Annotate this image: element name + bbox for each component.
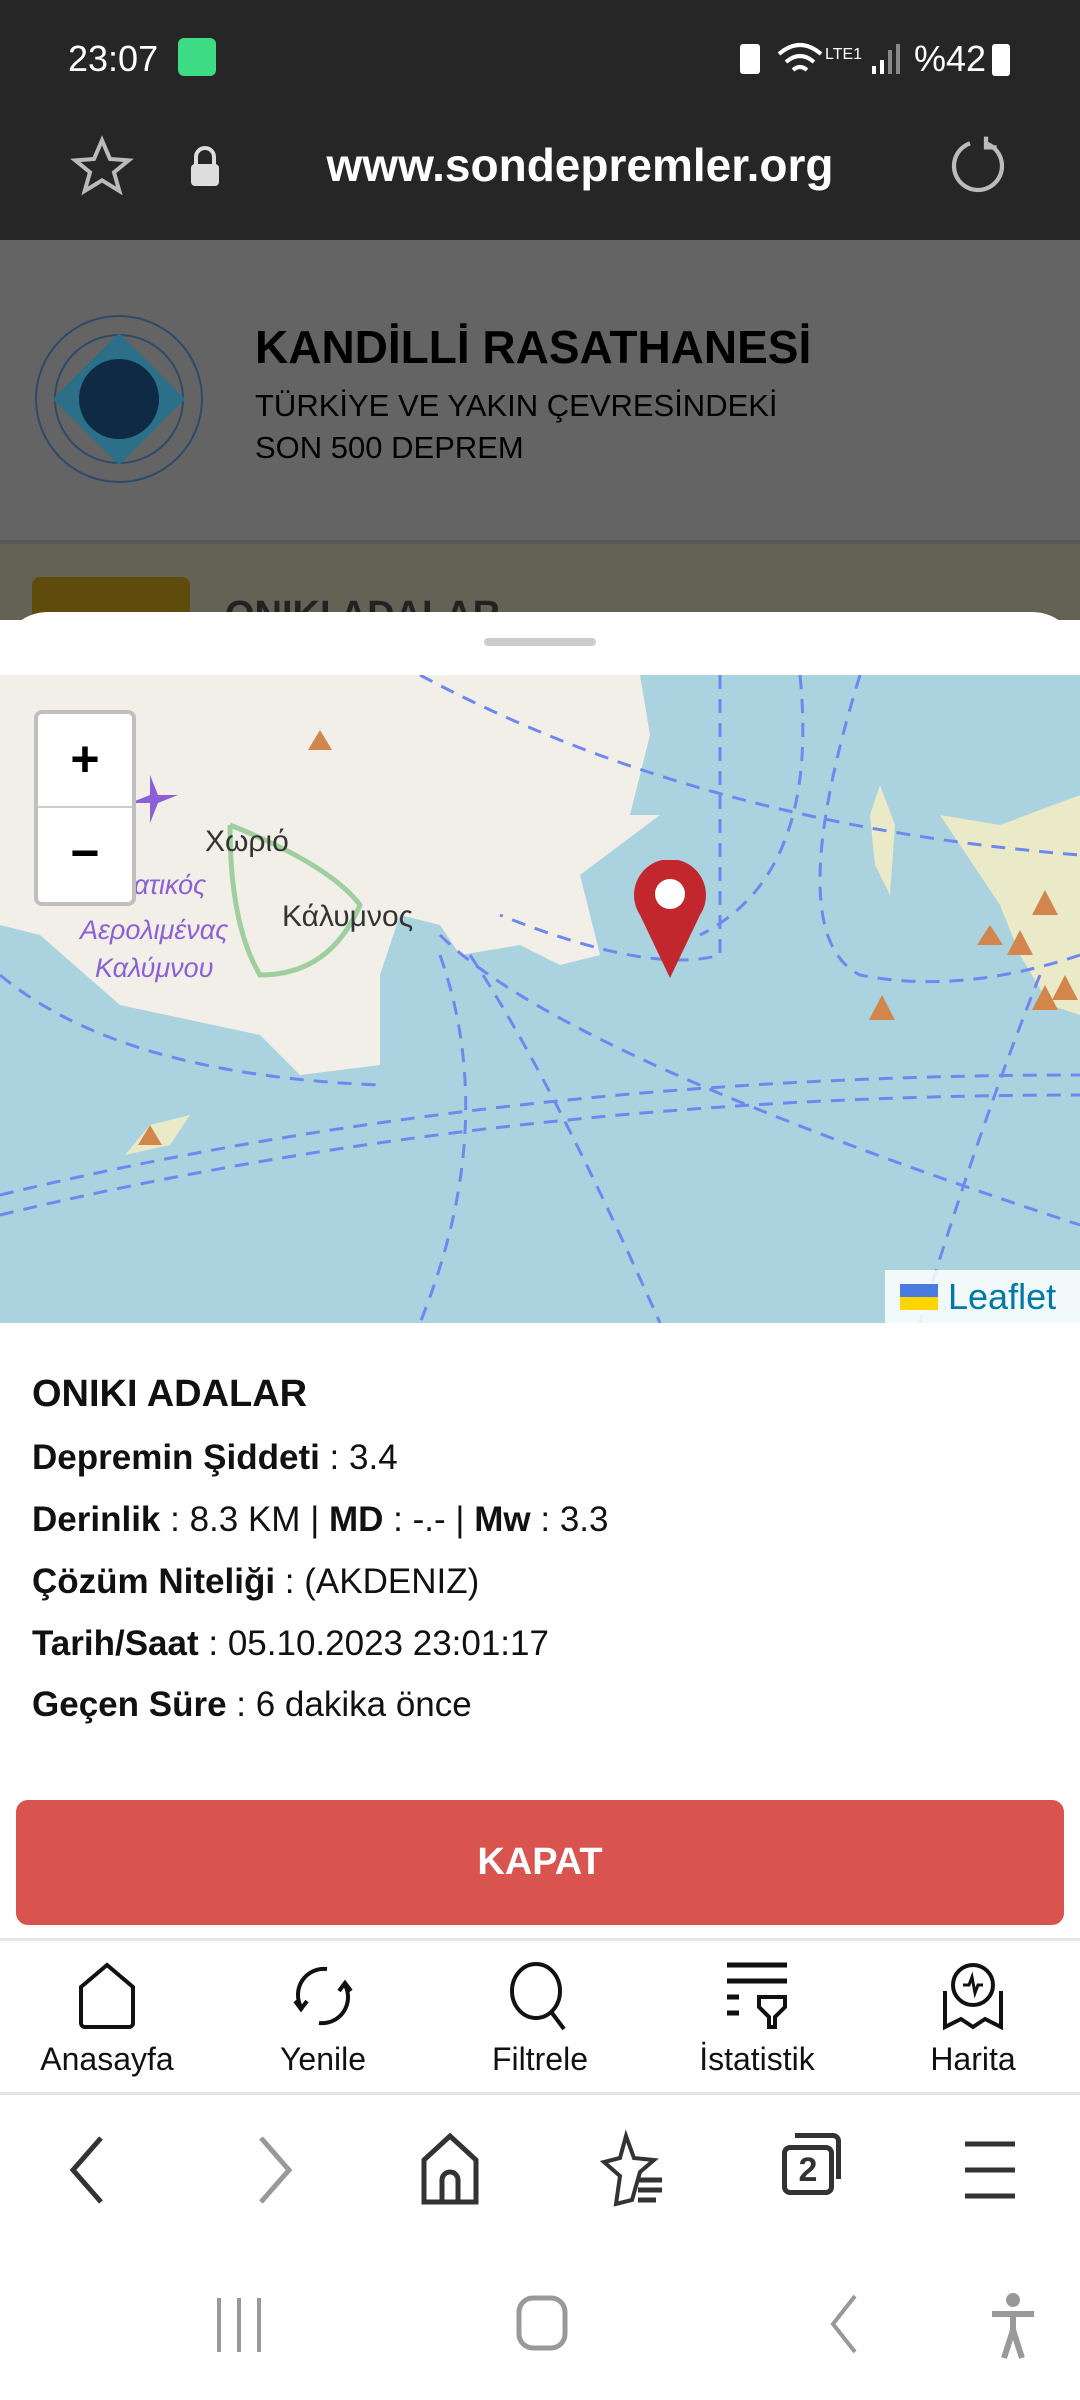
quality-value: (AKDENIZ) xyxy=(304,1562,480,1601)
menu-icon[interactable] xyxy=(963,2130,1017,2210)
home-icon[interactable] xyxy=(418,2130,482,2210)
map-attribution: Leaflet xyxy=(885,1270,1080,1323)
datetime-row: Tarih/Saat : 05.10.2023 23:01:17 xyxy=(32,1624,549,1664)
search-icon xyxy=(510,1962,566,2031)
battery-percent: %42 xyxy=(914,38,987,79)
quality-row: Çözüm Niteliği : (AKDENIZ) xyxy=(32,1562,479,1602)
map-label: Χωριό xyxy=(205,825,289,858)
map-tiles xyxy=(0,675,1080,1323)
leaflet-link[interactable]: Leaflet xyxy=(948,1276,1056,1318)
site-subtitle-2: SON 500 DEPREM xyxy=(255,430,524,465)
datetime-label: Tarih/Saat xyxy=(32,1624,199,1663)
zoom-out-button[interactable]: − xyxy=(38,810,132,902)
md-label: MD xyxy=(329,1500,384,1539)
site-title: KANDİLLİ RASATHANESİ xyxy=(255,321,812,373)
separator: : xyxy=(198,1624,228,1663)
recent-apps-icon[interactable] xyxy=(215,2290,265,2360)
url-field[interactable]: www.sondepremler.org xyxy=(300,138,860,192)
nav-item-istatistik[interactable]: İstatistik xyxy=(657,1941,857,2091)
datetime-value: 05.10.2023 23:01:17 xyxy=(227,1624,549,1663)
fitness-app-icon xyxy=(178,38,216,76)
university-logo xyxy=(35,315,203,483)
nav-label: İstatistik xyxy=(699,2041,815,2077)
home-icon xyxy=(79,1962,135,2029)
nav-item-yenile[interactable]: Yenile xyxy=(223,1941,423,2091)
tabs-stack-icon xyxy=(795,2133,841,2179)
lock-icon xyxy=(191,146,219,186)
bookmark-star-icon[interactable] xyxy=(70,135,134,199)
forward-icon[interactable] xyxy=(253,2130,297,2210)
elapsed-row: Geçen Süre : 6 dakika önce xyxy=(32,1685,472,1725)
list-item-behind: ONIKI ADALAR xyxy=(0,540,1080,637)
depth-row: Derinlik : 8.3 KM | MD : -.- | Mw : 3.3 xyxy=(32,1500,609,1539)
wifi-icon xyxy=(777,43,823,72)
zoom-in-button[interactable]: + xyxy=(38,714,132,808)
separator: : xyxy=(530,1500,560,1539)
magnitude-row: Depremin Şiddeti : 3.4 xyxy=(32,1438,398,1478)
signal-icon xyxy=(872,44,900,74)
nav-item-anasayfa[interactable]: Anasayfa xyxy=(7,1941,207,2091)
mw-value: 3.3 xyxy=(559,1500,609,1539)
clock: 23:07 xyxy=(68,38,159,79)
home-button-icon[interactable] xyxy=(515,2290,569,2360)
map-label: Κάλυμνος xyxy=(282,900,414,933)
mw-label: Mw xyxy=(474,1500,531,1539)
drag-handle[interactable] xyxy=(484,638,596,646)
map[interactable]: Χωριό Κάλυμνος Κρατικός Αερολιμένας Καλύ… xyxy=(0,675,1080,1323)
reload-icon[interactable] xyxy=(946,134,1010,198)
separator: : xyxy=(319,1438,350,1477)
map-label: Αερολιμένας xyxy=(80,915,229,945)
elapsed-value: 6 dakika önce xyxy=(255,1685,472,1724)
nav-label: Yenile xyxy=(279,2041,366,2077)
earthquake-location: ONIKI ADALAR xyxy=(32,1373,308,1415)
depth-value: 8.3 KM xyxy=(189,1500,301,1539)
site-bottom-nav: Anasayfa Yenile Filtrele İstatistik Hari… xyxy=(0,1938,1080,2095)
zoom-control: + − xyxy=(34,710,136,906)
map-icon xyxy=(943,1963,1003,2031)
separator: : xyxy=(226,1685,256,1724)
separator: : xyxy=(383,1500,413,1539)
site-header: KANDİLLİ RASATHANESİ TÜRKİYE VE YAKIN ÇE… xyxy=(0,240,1080,540)
ukraine-flag-icon xyxy=(900,1283,938,1310)
map-label: Καλύμνου xyxy=(95,953,214,983)
nav-label: Harita xyxy=(930,2041,1016,2077)
battery-saver-icon xyxy=(740,44,760,74)
magnitude-label: Depremin Şiddeti xyxy=(32,1438,320,1477)
magnitude-value: 3.4 xyxy=(349,1438,398,1477)
md-value: -.- xyxy=(412,1500,446,1539)
nav-label: Anasayfa xyxy=(40,2041,174,2077)
browser-address-bar: www.sondepremler.org xyxy=(0,120,1080,240)
filter-list-icon xyxy=(727,1962,787,2029)
nav-item-harita[interactable]: Harita xyxy=(873,1941,1073,2091)
nav-item-filtrele[interactable]: Filtrele xyxy=(440,1941,640,2091)
elapsed-label: Geçen Süre xyxy=(32,1685,227,1724)
status-bar: 23:07 LTE1 %42 xyxy=(0,0,1080,120)
refresh-icon xyxy=(293,1966,353,2026)
separator: : xyxy=(275,1562,305,1601)
depth-label: Derinlik xyxy=(32,1500,161,1539)
network-label: LTE1 xyxy=(825,46,863,63)
quality-label: Çözüm Niteliği xyxy=(32,1562,276,1601)
close-button[interactable]: KAPAT xyxy=(16,1800,1064,1925)
battery-icon xyxy=(992,44,1010,76)
separator: : xyxy=(160,1500,190,1539)
back-icon[interactable] xyxy=(65,2130,109,2210)
nav-label: Filtrele xyxy=(491,2041,588,2077)
map-marker-icon[interactable] xyxy=(632,860,708,980)
accessibility-icon[interactable] xyxy=(988,2290,1038,2360)
system-back-icon[interactable] xyxy=(825,2290,865,2360)
site-subtitle: TÜRKİYE VE YAKIN ÇEVRESİNDEKİ xyxy=(255,388,778,423)
bookmarks-icon[interactable] xyxy=(596,2130,666,2210)
